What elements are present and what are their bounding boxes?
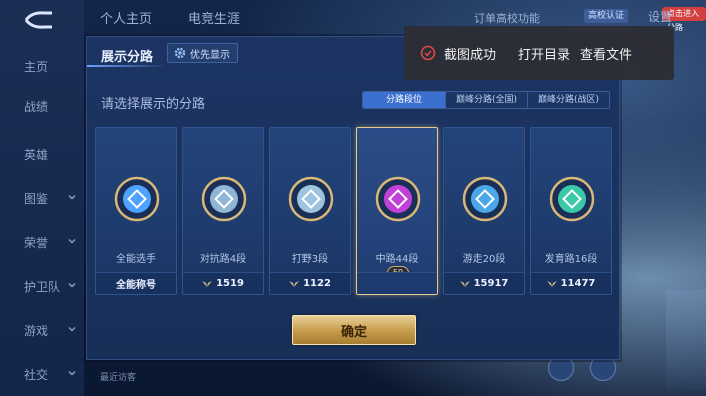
lane-rank-emblem-icon <box>114 176 160 222</box>
rail-item[interactable]: 游戏 <box>0 312 84 348</box>
lane-card-score: 15917 <box>473 278 509 289</box>
rail-item[interactable]: 主页 <box>0 48 84 84</box>
priority-display-button[interactable]: 优先显示 <box>167 43 238 63</box>
recent-visitors-label[interactable]: 最近访客 <box>100 370 136 383</box>
open-directory-link[interactable]: 打开目录 <box>518 44 570 63</box>
back-icon[interactable] <box>22 10 56 30</box>
tab-profile[interactable]: 个人主页 <box>100 8 152 27</box>
lane-card-name: 对抗路4段 <box>199 254 247 265</box>
lane-card-footer: 1122 <box>270 272 350 294</box>
rail-item-label: 社交 <box>24 367 49 382</box>
lane-card-name: 游走20段 <box>462 254 506 265</box>
lane-card-score: 1519 <box>216 278 244 289</box>
rail-item[interactable]: 社交 <box>0 356 84 392</box>
rail-item-label: 护卫队 <box>24 279 61 294</box>
lane-rank-emblem-icon <box>375 176 421 222</box>
screenshot-toast: 截图成功 打开目录 查看文件 <box>404 26 674 80</box>
rail-item[interactable]: 护卫队 <box>0 268 84 304</box>
wings-icon <box>546 280 557 287</box>
chevron-down-icon <box>68 327 76 332</box>
lane-card-footer: 1519 <box>183 272 263 294</box>
chevron-down-icon <box>68 195 76 200</box>
lane-card[interactable]: 中路44段50 <box>356 127 438 295</box>
top-partial-label: 订单高校功能 <box>474 12 540 25</box>
lane-card[interactable]: 全能选手 全能称号 <box>95 127 177 295</box>
lane-card-footer: 全能称号 <box>96 272 176 294</box>
settings-link[interactable]: 设置 <box>648 8 672 25</box>
rail-item[interactable]: 战绩 <box>0 88 84 124</box>
lane-card-name: 打野3段 <box>291 254 329 265</box>
rail-item-label: 主页 <box>24 59 49 74</box>
lane-card[interactable]: 打野3段 1122 <box>269 127 351 295</box>
character-art <box>666 290 706 390</box>
lane-card-footer <box>357 272 437 294</box>
rail-item[interactable]: 图鉴 <box>0 180 84 216</box>
lane-type-tabs: 分路段位 巅峰分路(全国) 巅峰分路(战区) <box>362 91 610 109</box>
tab-peak-lane-zone[interactable]: 巅峰分路(战区) <box>527 92 609 108</box>
left-nav-rail: 主页战绩英雄图鉴荣誉护卫队游戏社交 <box>0 0 84 396</box>
lane-card[interactable]: 发育路16段 11477 <box>530 127 612 295</box>
lane-card-name: 发育路16段 <box>544 254 598 265</box>
lane-card[interactable]: 对抗路4段 1519 <box>182 127 264 295</box>
chevron-down-icon <box>68 239 76 244</box>
wings-icon <box>202 280 213 287</box>
rail-item-label: 图鉴 <box>24 191 49 206</box>
chevron-down-icon <box>68 371 76 376</box>
rail-item-label: 战绩 <box>24 99 49 114</box>
lane-card-score: 全能称号 <box>116 280 156 291</box>
lane-rank-emblem-icon <box>288 176 334 222</box>
rail-item[interactable]: 荣誉 <box>0 224 84 260</box>
lane-card-name: 全能选手 <box>116 254 156 265</box>
lane-card-score: 1122 <box>303 278 331 289</box>
lane-card[interactable]: 游走20段 15917 <box>443 127 525 295</box>
gear-icon <box>174 47 186 59</box>
confirm-button[interactable]: 确定 <box>292 315 416 345</box>
school-badge[interactable]: 高校认证 <box>584 9 629 23</box>
lane-card-footer: 11477 <box>531 272 611 294</box>
toast-message: 截图成功 <box>444 47 497 63</box>
rail-item-label: 英雄 <box>24 147 49 162</box>
tab-esports-career[interactable]: 电竞生涯 <box>188 8 240 27</box>
chevron-down-icon <box>68 283 76 288</box>
lane-rank-emblem-icon <box>549 176 595 222</box>
lane-rank-emblem-icon <box>462 176 508 222</box>
tab-peak-lane-national[interactable]: 巅峰分路(全国) <box>445 92 527 108</box>
lane-rank-emblem-icon <box>201 176 247 222</box>
lane-card-name: 中路44段 <box>375 254 419 265</box>
view-file-link[interactable]: 查看文件 <box>580 44 632 63</box>
title-underline <box>87 65 167 67</box>
tab-lane-rank[interactable]: 分路段位 <box>363 92 445 108</box>
lane-display-dialog: 展示分路 优先显示 请选择展示的分路 分路段位 巅峰分路(全国) 巅峰分路(战区… <box>86 36 620 360</box>
priority-display-label: 优先显示 <box>190 49 230 61</box>
wings-icon <box>459 280 470 287</box>
dialog-subtitle: 请选择展示的分路 <box>101 97 206 112</box>
lane-card-footer: 15917 <box>444 272 524 294</box>
dialog-title: 展示分路 <box>101 50 154 65</box>
lane-card-score: 11477 <box>560 278 596 289</box>
wings-icon <box>289 280 300 287</box>
rail-item[interactable]: 英雄 <box>0 136 84 172</box>
rail-item-label: 荣誉 <box>24 235 49 250</box>
check-circle-icon <box>420 45 436 61</box>
rail-item-label: 游戏 <box>24 323 49 338</box>
lane-card-row: 全能选手全能称号对抗路4段1519打野3段1122中路44段50游走20段159… <box>95 127 615 295</box>
